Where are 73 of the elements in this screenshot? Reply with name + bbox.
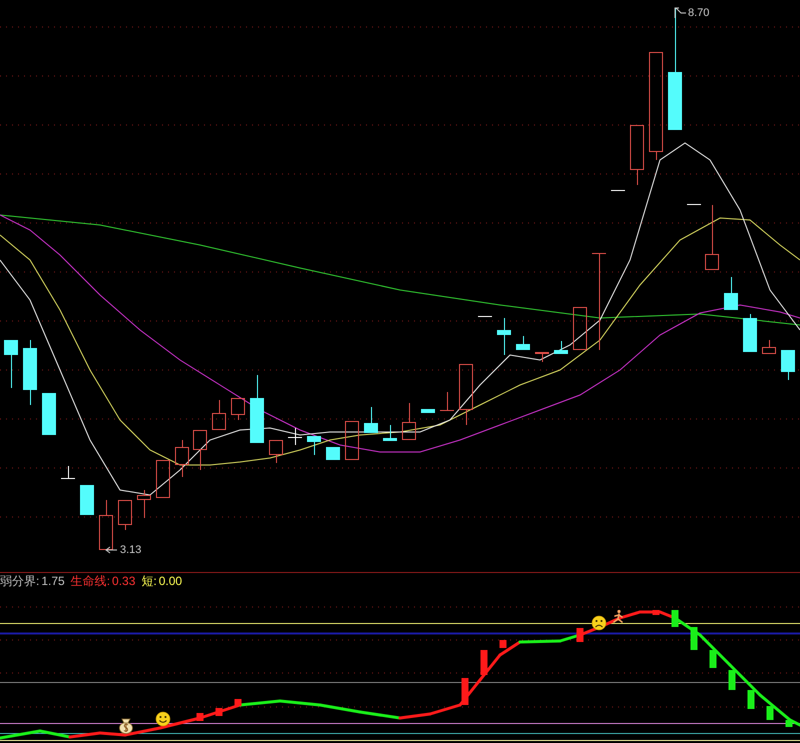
candlestick — [478, 316, 492, 317]
indicator-line — [358, 710, 402, 720]
candlestick — [269, 440, 283, 464]
indicator-bar — [690, 627, 698, 650]
indicator-bar — [480, 650, 488, 675]
candlestick — [440, 392, 454, 411]
pointer-icon — [105, 546, 118, 554]
candlestick — [705, 204, 719, 270]
legend-value: 0.33 — [112, 575, 136, 587]
candlestick — [573, 307, 587, 350]
candlestick — [364, 406, 378, 433]
candlestick — [421, 409, 435, 413]
indicator-bar — [766, 706, 774, 720]
candlestick — [762, 340, 776, 354]
smiley-face-icon — [156, 712, 170, 726]
candlestick — [23, 340, 37, 406]
indicator-bar — [728, 670, 736, 690]
legend-label: 生命线: — [70, 575, 110, 587]
indicator-bar — [710, 650, 716, 668]
candlestick — [402, 402, 416, 440]
candlestick — [497, 318, 511, 356]
candlestick — [345, 421, 359, 460]
legend-value: 1.75 — [41, 575, 65, 587]
money-bag-icon — [119, 718, 133, 734]
candlestick — [554, 340, 568, 354]
candlestick — [326, 447, 340, 460]
indicator-line — [38, 730, 72, 738]
candlestick — [383, 424, 397, 441]
indicator-line — [0, 730, 42, 740]
indicator-bar — [672, 610, 678, 627]
indicator-bar — [234, 699, 242, 706]
indicator-line — [318, 704, 362, 714]
candlestick — [212, 400, 226, 430]
indicator-bar — [500, 640, 506, 648]
sad-face-icon — [592, 616, 606, 630]
indicator-bar — [196, 713, 204, 721]
candlestick — [99, 500, 113, 550]
running-person-icon — [613, 610, 623, 623]
legend-label: 弱分界: — [0, 575, 40, 587]
candlestick — [42, 393, 56, 435]
low-price-label: 3.13 — [120, 545, 142, 556]
candlestick — [535, 352, 549, 362]
candlestick — [288, 428, 302, 446]
indicator-bar — [652, 610, 660, 615]
pointer-icon — [674, 8, 686, 18]
candlestick — [137, 490, 151, 518]
candlestick — [80, 485, 94, 515]
candlestick — [156, 460, 170, 498]
indicator-bar — [786, 720, 792, 727]
candlestick — [175, 440, 189, 478]
legend-label: 短: — [141, 575, 157, 587]
indicator-bar — [576, 628, 584, 642]
candlestick — [724, 276, 738, 310]
indicator-line — [728, 664, 762, 696]
candlestick — [459, 364, 473, 426]
candlestick — [4, 340, 18, 388]
candlestick — [686, 204, 702, 205]
candlestick — [231, 398, 245, 420]
candlestick — [630, 125, 644, 186]
legend-value: 0.00 — [158, 575, 182, 587]
candlestick — [781, 350, 795, 380]
candlestick — [516, 336, 530, 350]
candlestick — [307, 436, 321, 456]
candlestick — [610, 190, 626, 191]
candlestick — [193, 430, 207, 470]
indicator-bar — [216, 708, 222, 716]
candlestick — [60, 466, 76, 479]
high-price-label: 8.70 — [688, 8, 710, 19]
indicator-bar — [748, 690, 754, 709]
candlestick — [250, 374, 264, 443]
candlestick — [743, 314, 757, 352]
indicator-bar — [462, 678, 468, 705]
candlestick — [118, 500, 132, 530]
